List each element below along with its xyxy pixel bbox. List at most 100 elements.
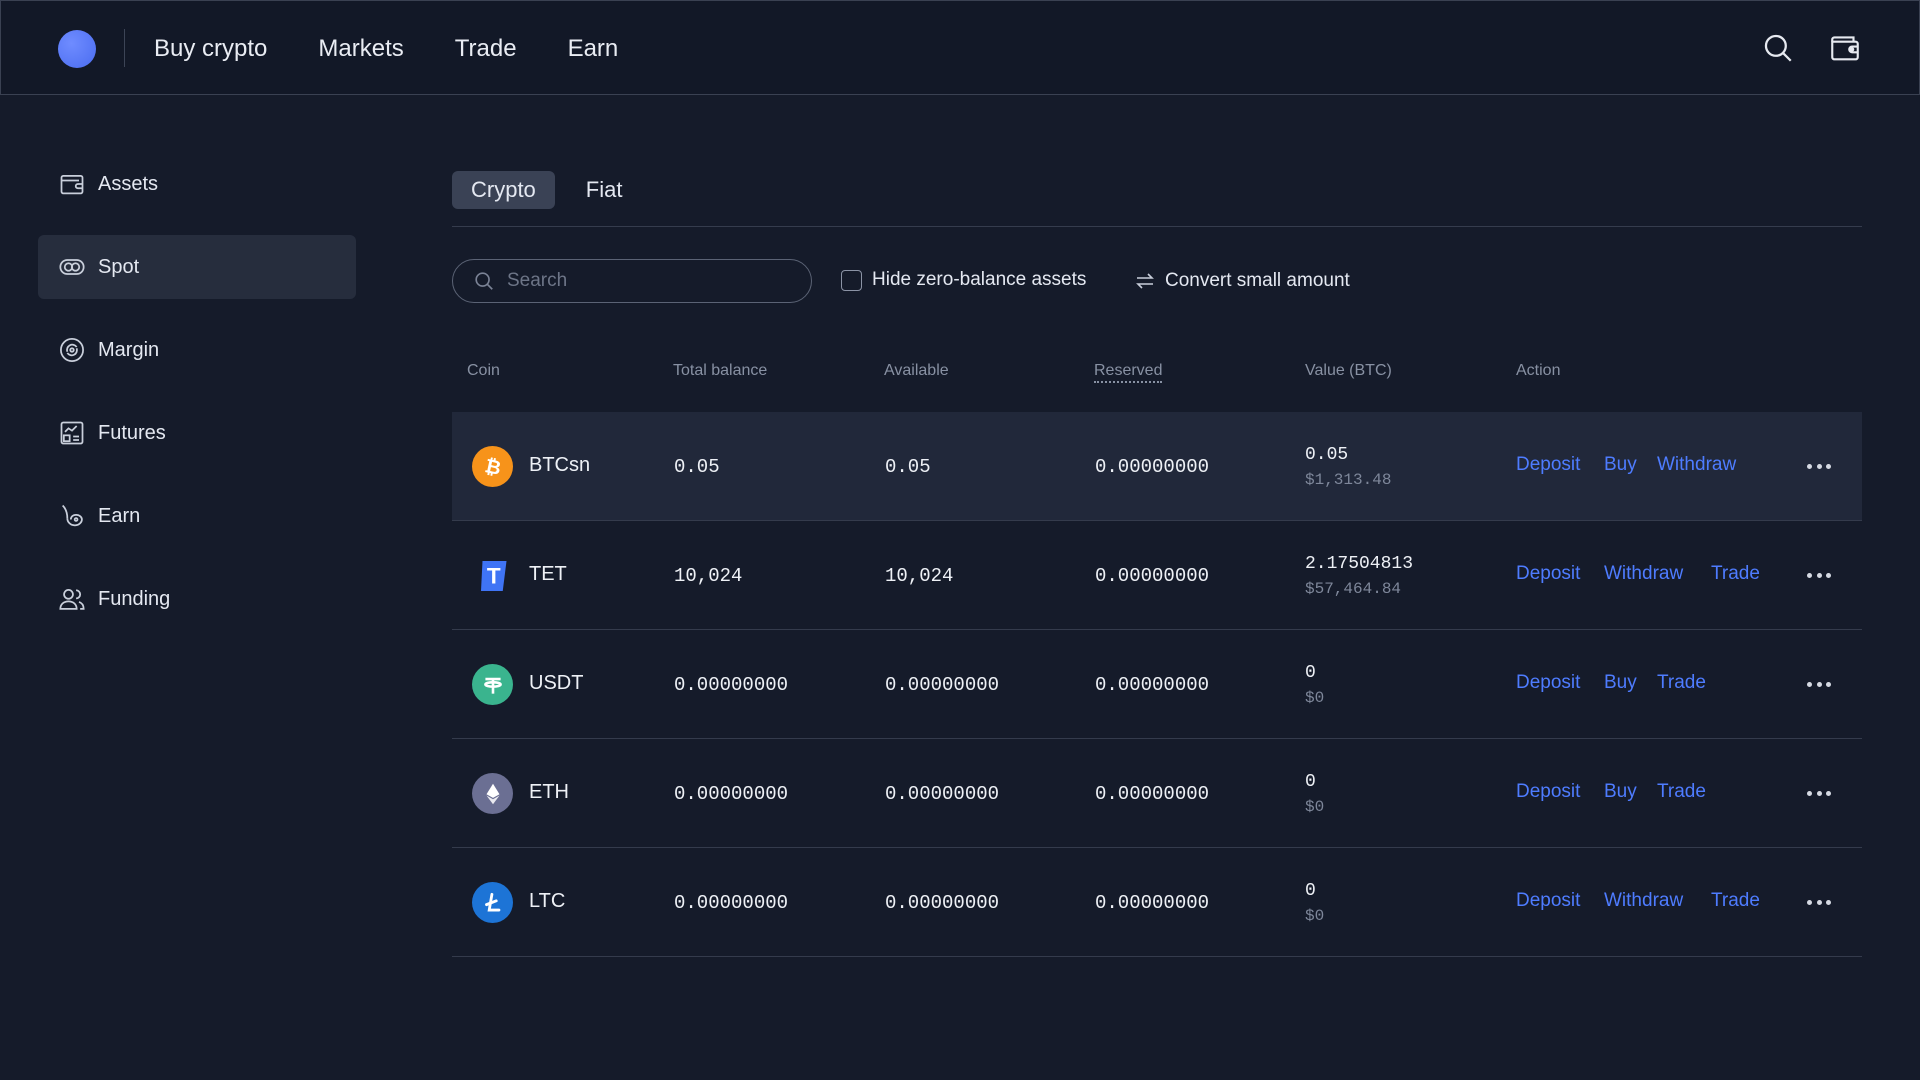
funding-icon: [58, 585, 86, 613]
value-btc: 0.05: [1305, 445, 1349, 465]
bitcoin-icon: ₿: [472, 446, 513, 487]
logo[interactable]: [58, 30, 96, 68]
more-options-icon[interactable]: [1807, 456, 1831, 476]
sidebar-item-earn[interactable]: Earn: [38, 484, 356, 548]
trade-button[interactable]: Trade: [1711, 563, 1760, 585]
value-usd: $1,313.48: [1305, 471, 1392, 489]
more-options-icon[interactable]: [1807, 783, 1831, 803]
tabs-divider: [452, 226, 1862, 227]
header-total-balance[interactable]: Total balance: [673, 362, 767, 380]
deposit-button[interactable]: Deposit: [1516, 890, 1580, 912]
value-usd: $57,464.84: [1305, 580, 1402, 598]
coin-name: BTCsn: [529, 454, 591, 476]
more-options-icon[interactable]: [1807, 674, 1831, 694]
coin-name: TET: [529, 563, 567, 585]
reserved-balance: 0.00000000: [1095, 565, 1210, 587]
sidebar: Assets Spot Margin Futures Earn Funding: [38, 152, 356, 650]
value-usd: $0: [1305, 689, 1325, 707]
search-icon: [473, 270, 495, 292]
trade-button[interactable]: Trade: [1657, 672, 1706, 694]
withdraw-button[interactable]: Withdraw: [1604, 563, 1683, 585]
sidebar-item-funding[interactable]: Funding: [38, 567, 356, 631]
table-row[interactable]: ETH 0.00000000 0.00000000 0.00000000 0 $…: [452, 739, 1862, 848]
buy-button[interactable]: Buy: [1604, 454, 1637, 476]
search-icon[interactable]: [1761, 31, 1795, 65]
trade-button[interactable]: Trade: [1657, 781, 1706, 803]
value-btc: 0: [1305, 772, 1316, 792]
convert-small-amount-button[interactable]: Convert small amount: [1133, 269, 1350, 293]
more-options-icon[interactable]: [1807, 892, 1831, 912]
available-balance: 0.00000000: [885, 674, 1000, 696]
search-input[interactable]: [507, 270, 787, 292]
hide-zero-checkbox[interactable]: [841, 269, 862, 291]
reserved-balance: 0.00000000: [1095, 674, 1210, 696]
logo-divider: [124, 29, 125, 67]
margin-icon: [58, 336, 86, 364]
tab-fiat[interactable]: Fiat: [567, 171, 642, 209]
futures-icon: [58, 419, 86, 447]
more-options-icon[interactable]: [1807, 565, 1831, 585]
total-balance: 10,024: [674, 565, 743, 587]
sidebar-item-label: Earn: [98, 504, 141, 527]
sidebar-item-label: Futures: [98, 421, 166, 444]
total-balance: 0.05: [674, 456, 720, 478]
header-available[interactable]: Available: [884, 362, 949, 380]
withdraw-button[interactable]: Withdraw: [1604, 890, 1683, 912]
table-header: Coin Total balance Available Reserved Va…: [452, 362, 1862, 386]
value-btc: 2.17504813: [1305, 554, 1414, 574]
deposit-button[interactable]: Deposit: [1516, 781, 1580, 803]
total-balance: 0.00000000: [674, 783, 789, 805]
svg-text:T: T: [486, 563, 500, 588]
deposit-button[interactable]: Deposit: [1516, 563, 1580, 585]
tether-icon: [472, 664, 513, 705]
available-balance: 0.05: [885, 456, 931, 478]
sidebar-item-label: Assets: [98, 172, 159, 195]
swap-arrows-icon: [1133, 269, 1157, 293]
header-coin[interactable]: Coin: [467, 362, 500, 380]
table-row[interactable]: LTC 0.00000000 0.00000000 0.00000000 0 $…: [452, 848, 1862, 957]
coin-name: USDT: [529, 672, 584, 694]
buy-button[interactable]: Buy: [1604, 672, 1637, 694]
sidebar-item-label: Margin: [98, 338, 160, 361]
deposit-button[interactable]: Deposit: [1516, 672, 1580, 694]
top-nav: Buy crypto Markets Trade Earn: [154, 1, 618, 96]
table-row[interactable]: ₿ BTCsn 0.05 0.05 0.00000000 0.05 $1,313…: [452, 412, 1862, 521]
tab-crypto[interactable]: Crypto: [452, 171, 555, 209]
ethereum-icon: [472, 773, 513, 814]
table-row[interactable]: T TET 10,024 10,024 0.00000000 2.1750481…: [452, 521, 1862, 630]
coin-name: ETH: [529, 781, 569, 803]
search-box[interactable]: [452, 259, 812, 303]
header-value-btc[interactable]: Value (BTC): [1305, 362, 1392, 380]
nav-markets[interactable]: Markets: [318, 35, 403, 63]
convert-label: Convert small amount: [1165, 270, 1350, 291]
reserved-balance: 0.00000000: [1095, 456, 1210, 478]
header-reserved[interactable]: Reserved: [1094, 362, 1163, 383]
sidebar-item-futures[interactable]: Futures: [38, 401, 356, 465]
spot-icon: [58, 253, 86, 281]
sidebar-item-margin[interactable]: Margin: [38, 318, 356, 382]
table-row[interactable]: USDT 0.00000000 0.00000000 0.00000000 0 …: [452, 630, 1862, 739]
hide-zero-label: Hide zero-balance assets: [872, 269, 1087, 290]
earn-icon: [58, 502, 86, 530]
sidebar-item-label: Spot: [98, 255, 140, 278]
withdraw-button[interactable]: Withdraw: [1657, 454, 1736, 476]
trade-button[interactable]: Trade: [1711, 890, 1760, 912]
available-balance: 0.00000000: [885, 892, 1000, 914]
available-balance: 10,024: [885, 565, 954, 587]
sidebar-item-assets[interactable]: Assets: [38, 152, 356, 216]
nav-trade[interactable]: Trade: [455, 35, 517, 63]
nav-earn[interactable]: Earn: [568, 35, 619, 63]
wallet-icon[interactable]: [1828, 31, 1862, 65]
buy-button[interactable]: Buy: [1604, 781, 1637, 803]
available-balance: 0.00000000: [885, 783, 1000, 805]
hide-zero-toggle[interactable]: Hide zero-balance assets: [841, 269, 1086, 291]
value-btc: 0: [1305, 663, 1316, 683]
deposit-button[interactable]: Deposit: [1516, 454, 1580, 476]
value-usd: $0: [1305, 907, 1325, 925]
total-balance: 0.00000000: [674, 892, 789, 914]
sidebar-item-spot[interactable]: Spot: [38, 235, 356, 299]
value-usd: $0: [1305, 798, 1325, 816]
reserved-balance: 0.00000000: [1095, 783, 1210, 805]
coin-name: LTC: [529, 890, 566, 912]
nav-buy-crypto[interactable]: Buy crypto: [154, 35, 267, 63]
